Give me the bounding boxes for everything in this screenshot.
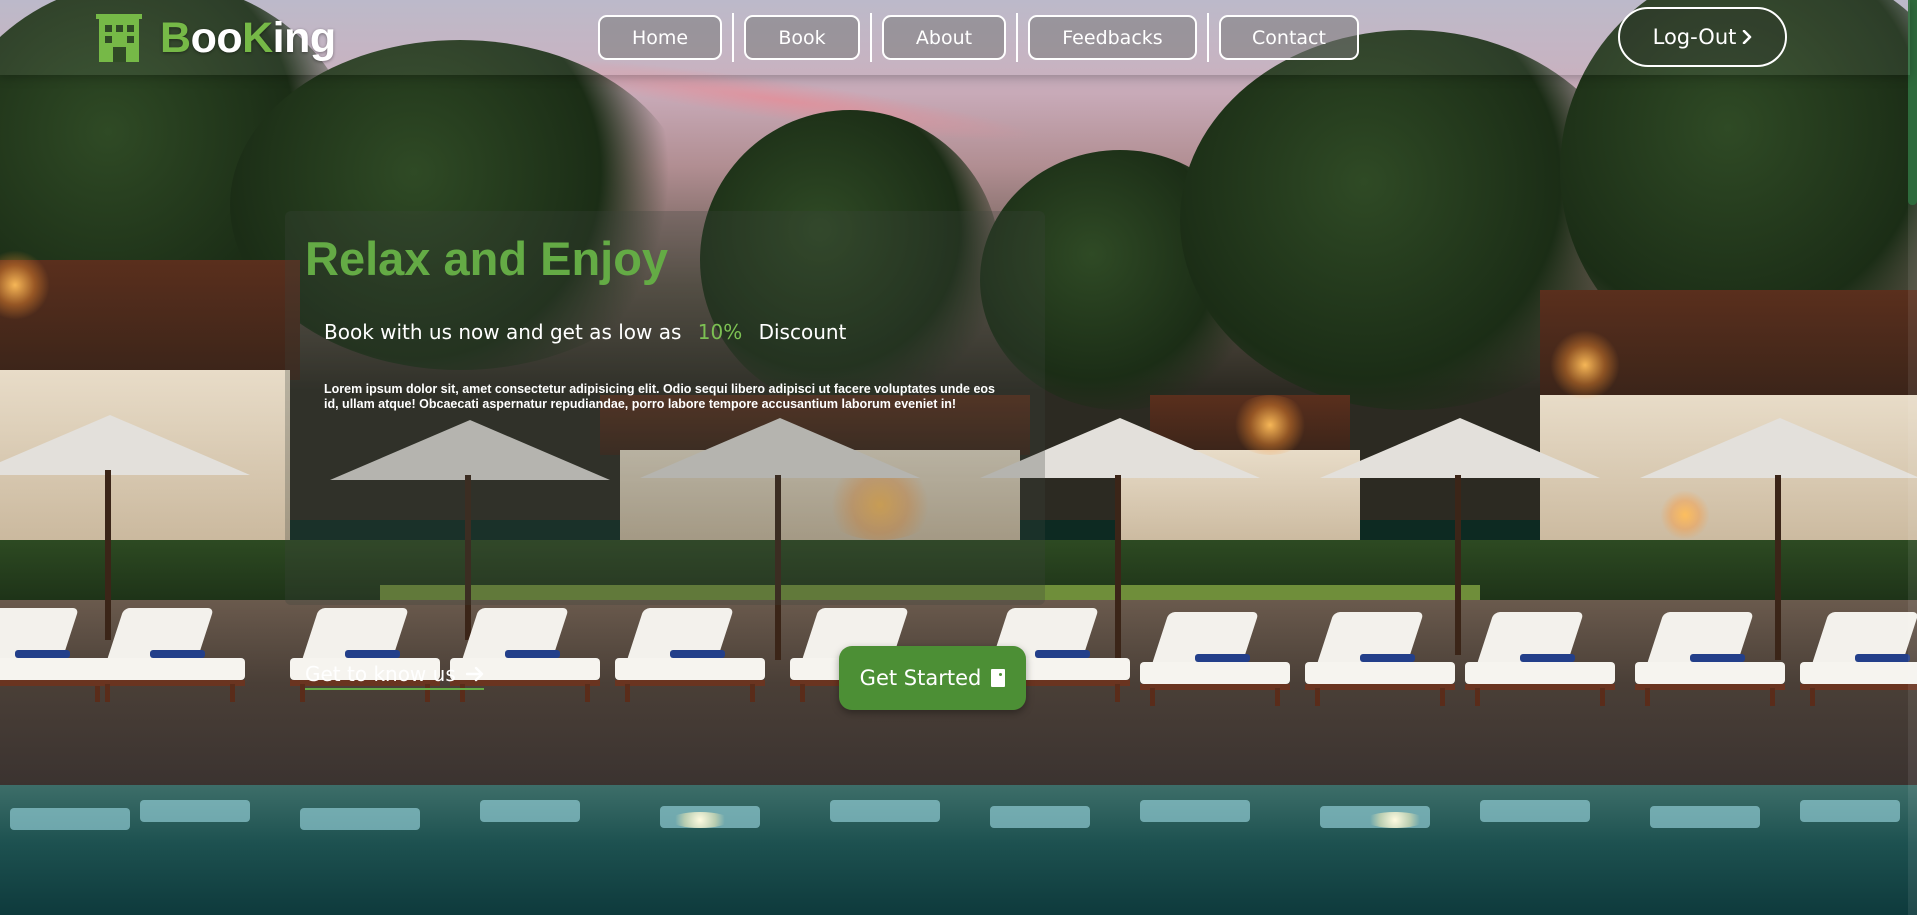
hero-subtitle-prefix: Book with us now and get as low as xyxy=(324,320,682,344)
get-started-label: Get Started xyxy=(859,666,982,690)
brand-initial-k: K xyxy=(242,13,273,62)
page: BooKing Home Book About Feedbacks Contac… xyxy=(0,0,1917,915)
brand-part-oo: oo xyxy=(190,13,243,62)
hero-subtitle: Book with us now and get as low as 10% D… xyxy=(324,320,846,344)
get-started-button[interactable]: Get Started xyxy=(839,646,1026,710)
nav-divider xyxy=(870,13,872,62)
nav-about-button[interactable]: About xyxy=(882,15,1006,60)
arrow-right-icon xyxy=(465,666,483,682)
nav-divider xyxy=(1207,13,1209,62)
logout-label: Log-Out xyxy=(1652,25,1737,49)
document-icon xyxy=(991,669,1006,687)
hero-subtitle-suffix: Discount xyxy=(758,320,847,344)
brand-logo[interactable]: BooKing xyxy=(96,14,336,62)
nav-book-button[interactable]: Book xyxy=(744,15,860,60)
main-nav: Home Book About Feedbacks Contact xyxy=(598,13,1359,62)
nav-contact-button[interactable]: Contact xyxy=(1219,15,1359,60)
top-header: BooKing Home Book About Feedbacks Contac… xyxy=(0,0,1910,75)
brand-name: BooKing xyxy=(160,14,336,63)
hero-description: Lorem ipsum dolor sit, amet consectetur … xyxy=(324,382,995,411)
hero-card: Relax and Enjoy Book with us now and get… xyxy=(285,211,1045,690)
nav-home-button[interactable]: Home xyxy=(598,15,722,60)
hotel-building-icon xyxy=(96,14,142,62)
hero-title: Relax and Enjoy xyxy=(305,232,669,285)
logout-button[interactable]: Log-Out xyxy=(1618,7,1787,67)
nav-divider xyxy=(1016,13,1018,62)
get-to-know-us-link[interactable]: Get to know us xyxy=(305,662,484,690)
brand-initial-b: B xyxy=(160,13,191,62)
nav-divider xyxy=(732,13,734,62)
nav-feedbacks-button[interactable]: Feedbacks xyxy=(1028,15,1197,60)
chevron-right-icon xyxy=(1743,30,1752,44)
brand-part-ing: ing xyxy=(272,13,336,62)
discount-percent: 10% xyxy=(697,320,743,344)
get-to-know-us-label: Get to know us xyxy=(305,662,456,686)
